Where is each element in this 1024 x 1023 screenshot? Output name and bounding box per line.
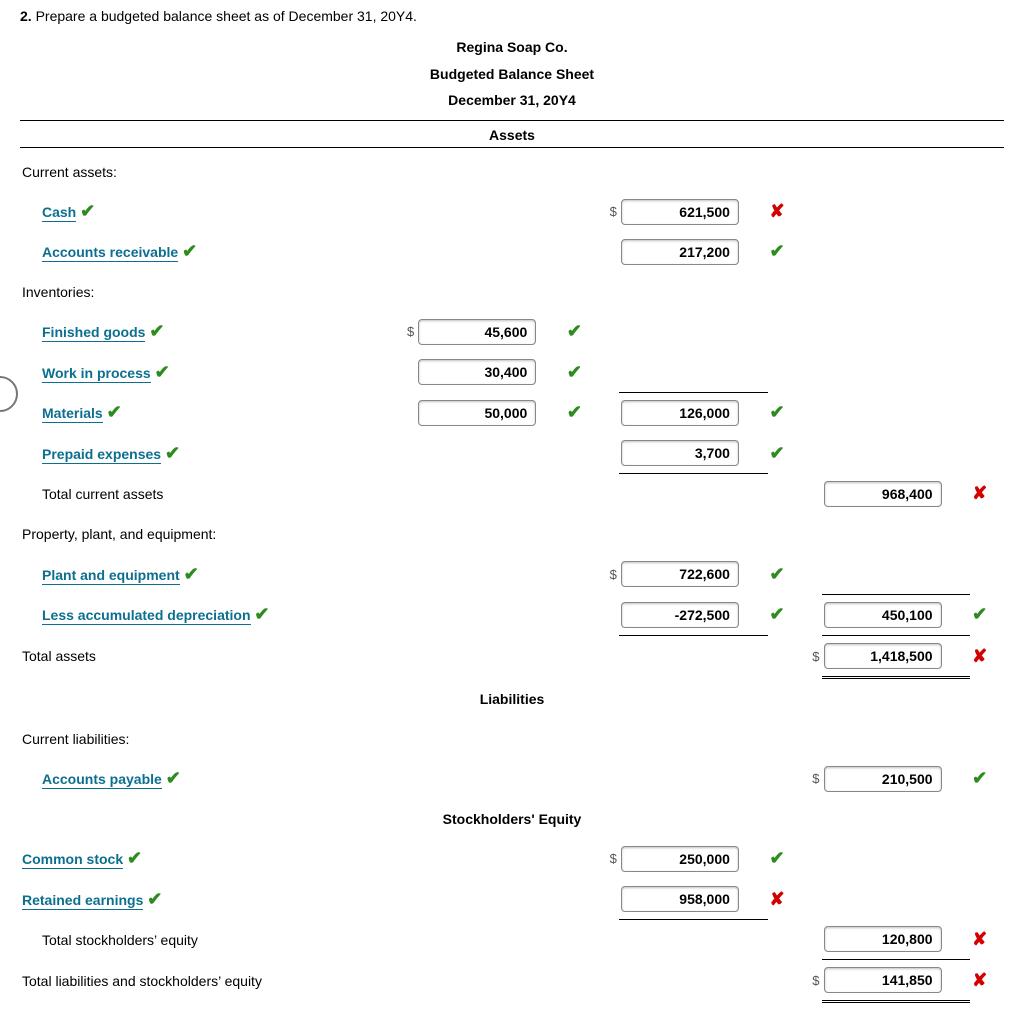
question-number: 2.: [20, 8, 32, 24]
ta-input[interactable]: [824, 643, 942, 669]
ar-input[interactable]: [621, 239, 739, 265]
check-icon: ✔: [165, 443, 180, 463]
check-icon: ✔: [184, 564, 199, 584]
fg-input[interactable]: [418, 319, 536, 345]
ppe-header: Property, plant, and equipment:: [20, 514, 1004, 554]
x-icon: ✘: [972, 646, 987, 666]
question-prompt: 2. Prepare a budgeted balance sheet as o…: [20, 8, 1004, 24]
ap-label[interactable]: Accounts payable: [42, 771, 162, 789]
currency-symbol: $: [599, 554, 619, 595]
re-input[interactable]: [621, 886, 739, 912]
check-icon: ✔: [155, 362, 170, 382]
inventories-header: Inventories:: [20, 272, 1004, 312]
x-icon: ✘: [770, 201, 785, 221]
currency-symbol: $: [599, 839, 619, 879]
side-nav-circle[interactable]: [0, 376, 18, 412]
balance-sheet-table: Current assets: Cash ✔ $ ✘ Accounts rece…: [20, 152, 1004, 1004]
check-icon: ✔: [972, 768, 987, 788]
check-icon: ✔: [770, 564, 785, 584]
wip-input[interactable]: [418, 359, 536, 385]
check-icon: ✔: [80, 201, 95, 221]
x-icon: ✘: [770, 889, 785, 909]
tlse-label: Total liabilities and stockholders’ equi…: [20, 960, 396, 1002]
section-equity: Stockholders' Equity: [20, 799, 1004, 839]
ap-input[interactable]: [824, 766, 942, 792]
ta-label: Total assets: [20, 635, 396, 677]
ppe-label[interactable]: Plant and equipment: [42, 567, 180, 585]
check-icon: ✔: [127, 848, 142, 868]
re-label[interactable]: Retained earnings: [22, 892, 143, 910]
prepaid-label[interactable]: Prepaid expenses: [42, 446, 161, 464]
check-icon: ✔: [254, 604, 269, 624]
cash-input[interactable]: [621, 199, 739, 225]
ppe-net-input[interactable]: [824, 602, 942, 628]
cs-input[interactable]: [621, 846, 739, 872]
current-liab-header: Current liabilities:: [20, 719, 1004, 759]
currency-symbol: $: [396, 312, 416, 352]
wip-label[interactable]: Work in process: [42, 365, 151, 383]
check-icon: ✔: [770, 241, 785, 261]
check-icon: ✔: [149, 321, 164, 341]
section-assets: Assets: [20, 121, 1004, 148]
tse-label: Total stockholders’ equity: [22, 932, 198, 948]
statement-title: Budgeted Balance Sheet: [20, 61, 1004, 88]
current-assets-header: Current assets:: [20, 152, 1004, 192]
ar-label[interactable]: Accounts receivable: [42, 244, 178, 262]
check-icon: ✔: [567, 402, 582, 422]
tca-input[interactable]: [824, 481, 942, 507]
accdep-input[interactable]: [621, 602, 739, 628]
x-icon: ✘: [972, 929, 987, 949]
mat-input[interactable]: [418, 400, 536, 426]
statement-date: December 31, 20Y4: [20, 87, 1004, 114]
tse-input[interactable]: [824, 926, 942, 952]
x-icon: ✘: [972, 483, 987, 503]
currency-symbol: $: [801, 635, 821, 677]
accdep-label[interactable]: Less accumulated depreciation: [42, 607, 251, 625]
check-icon: ✔: [770, 443, 785, 463]
check-icon: ✔: [972, 604, 987, 624]
currency-symbol: $: [801, 960, 821, 1002]
cs-label[interactable]: Common stock: [22, 851, 123, 869]
check-icon: ✔: [567, 321, 582, 341]
check-icon: ✔: [770, 604, 785, 624]
fg-label[interactable]: Finished goods: [42, 324, 145, 342]
ppe-input[interactable]: [621, 561, 739, 587]
check-icon: ✔: [567, 362, 582, 382]
currency-symbol: $: [801, 759, 821, 799]
check-icon: ✔: [166, 768, 181, 788]
x-icon: ✘: [972, 970, 987, 990]
company-name: Regina Soap Co.: [20, 34, 1004, 61]
check-icon: ✔: [107, 402, 122, 422]
tlse-input[interactable]: [824, 967, 942, 993]
inv-total-input[interactable]: [621, 400, 739, 426]
mat-label[interactable]: Materials: [42, 405, 103, 423]
check-icon: ✔: [770, 848, 785, 868]
question-text: Prepare a budgeted balance sheet as of D…: [32, 8, 417, 24]
currency-symbol: $: [599, 192, 619, 232]
check-icon: ✔: [182, 241, 197, 261]
cash-label[interactable]: Cash: [42, 204, 76, 222]
section-liabilities: Liabilities: [20, 677, 1004, 719]
check-icon: ✔: [147, 889, 162, 909]
prepaid-input[interactable]: [621, 440, 739, 466]
tca-label: Total current assets: [22, 486, 163, 502]
check-icon: ✔: [770, 402, 785, 422]
